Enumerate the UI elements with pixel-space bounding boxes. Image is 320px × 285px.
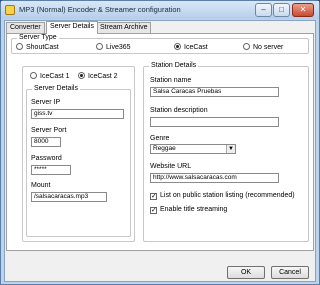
genre-select[interactable]: Reggae ▼ [150, 144, 236, 154]
password-input[interactable]: ***** [31, 165, 71, 175]
maximize-button[interactable]: □ [273, 3, 290, 17]
station-description-label: Station description [150, 107, 208, 114]
tab-stream-archive[interactable]: Stream Archive [96, 22, 152, 33]
radio-dot-icon [30, 72, 37, 79]
checkmark-icon: ✓ [150, 193, 157, 200]
chevron-down-icon[interactable]: ▼ [226, 145, 235, 153]
tab-converter[interactable]: Converter [6, 22, 45, 33]
cancel-button[interactable]: Cancel [271, 266, 309, 279]
list-public-checkbox[interactable]: ✓ List on public station listing (recomme… [150, 191, 295, 200]
station-name-label: Station name [150, 77, 192, 84]
radio-dot-icon [16, 43, 23, 50]
server-details-group: Server Details Server IP giss.tv Server … [26, 85, 131, 237]
station-name-input[interactable]: Salsa Caracas Pruebas [150, 87, 279, 97]
dialog-client: Converter Server Details Stream Archive … [4, 20, 316, 282]
window-title: MP3 (Normal) Encoder & Streamer configur… [19, 5, 181, 14]
radio-dot-icon [96, 43, 103, 50]
minimize-button[interactable]: – [255, 3, 272, 17]
website-url-input[interactable]: http://www.salsacaracas.com [150, 173, 279, 183]
password-label: Password [31, 155, 62, 162]
server-port-label: Server Port [31, 127, 67, 134]
config-window: MP3 (Normal) Encoder & Streamer configur… [0, 0, 320, 285]
server-details-panel: Server Type ShoutCast Live365 IceCast No… [6, 33, 314, 251]
server-ip-label: Server IP [31, 99, 61, 106]
close-button[interactable]: ✕ [292, 3, 314, 17]
title-streaming-checkbox[interactable]: ✓ Enable title streaming [150, 205, 227, 214]
title-bar[interactable]: MP3 (Normal) Encoder & Streamer configur… [1, 1, 319, 19]
server-type-legend: Server Type [17, 34, 59, 42]
website-url-label: Website URL [150, 163, 192, 170]
tab-server-details[interactable]: Server Details [46, 21, 98, 34]
radio-live365[interactable]: Live365 [96, 43, 131, 52]
radio-shoutcast[interactable]: ShoutCast [16, 43, 59, 52]
genre-label: Genre [150, 135, 170, 142]
server-ip-input[interactable]: giss.tv [31, 109, 124, 119]
mount-label: Mount [31, 182, 51, 189]
radio-dot-icon [243, 43, 250, 50]
app-icon [5, 5, 15, 15]
radio-no-server[interactable]: No server [243, 43, 283, 52]
radio-icecast-2[interactable]: IceCast 2 [78, 72, 118, 81]
server-details-legend: Server Details [32, 85, 80, 93]
radio-dot-selected-icon [78, 72, 85, 79]
radio-icecast-1[interactable]: IceCast 1 [30, 72, 70, 81]
checkmark-icon: ✓ [150, 207, 157, 214]
server-type-group: Server Type ShoutCast Live365 IceCast No… [11, 34, 309, 54]
ok-button[interactable]: OK [227, 266, 265, 279]
station-description-input[interactable] [150, 117, 279, 127]
icecast-settings-group: IceCast 1 IceCast 2 Server Details Serve… [22, 66, 135, 242]
radio-icecast[interactable]: IceCast [174, 43, 208, 52]
server-port-input[interactable]: 8000 [31, 137, 61, 147]
radio-dot-selected-icon [174, 43, 181, 50]
genre-value: Reggae [153, 145, 176, 152]
station-details-legend: Station Details [149, 62, 199, 70]
mount-input[interactable]: /salsacaracas.mp3 [31, 192, 107, 202]
station-details-group: Station Details Station name Salsa Carac… [143, 62, 309, 242]
